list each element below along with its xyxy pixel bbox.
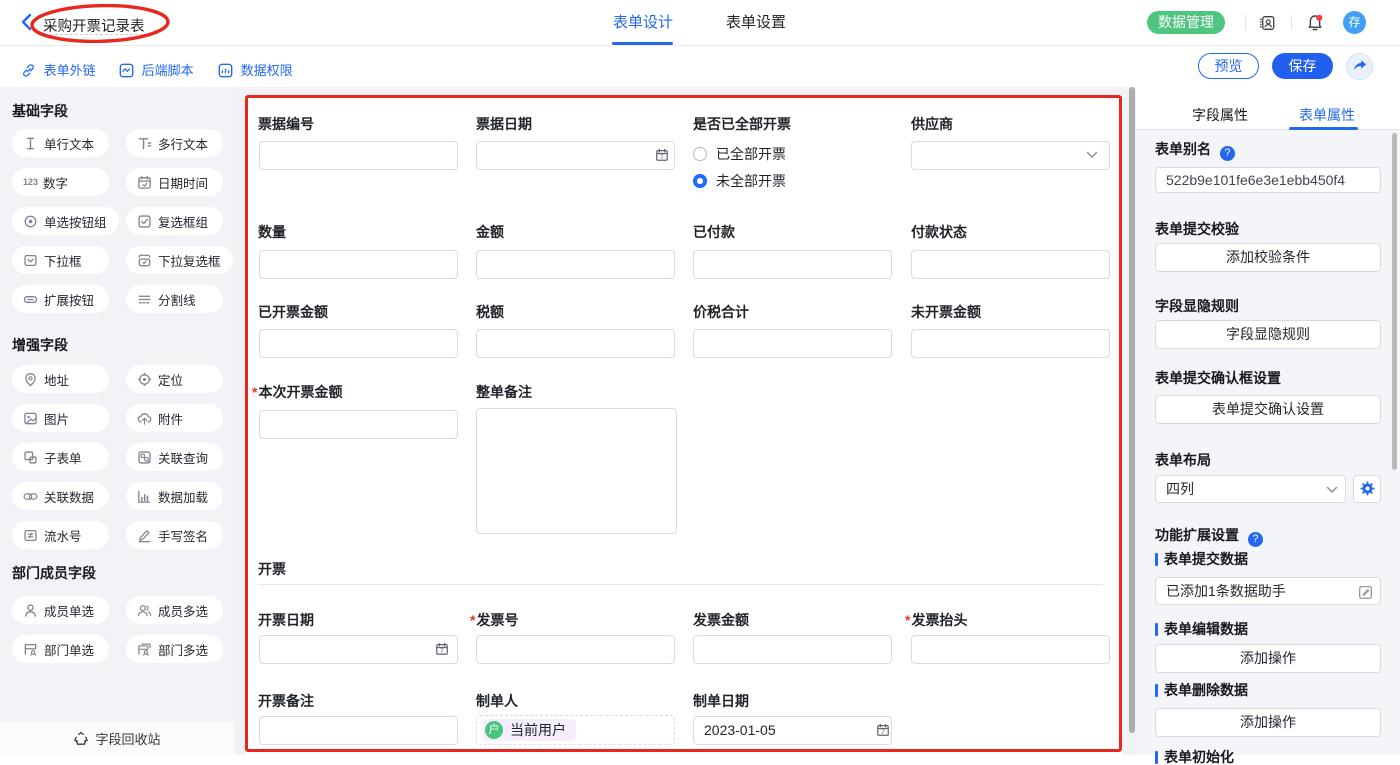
svg-text:7: 7 — [440, 648, 444, 655]
svg-text:7: 7 — [660, 154, 664, 161]
svg-text:7: 7 — [881, 729, 885, 736]
